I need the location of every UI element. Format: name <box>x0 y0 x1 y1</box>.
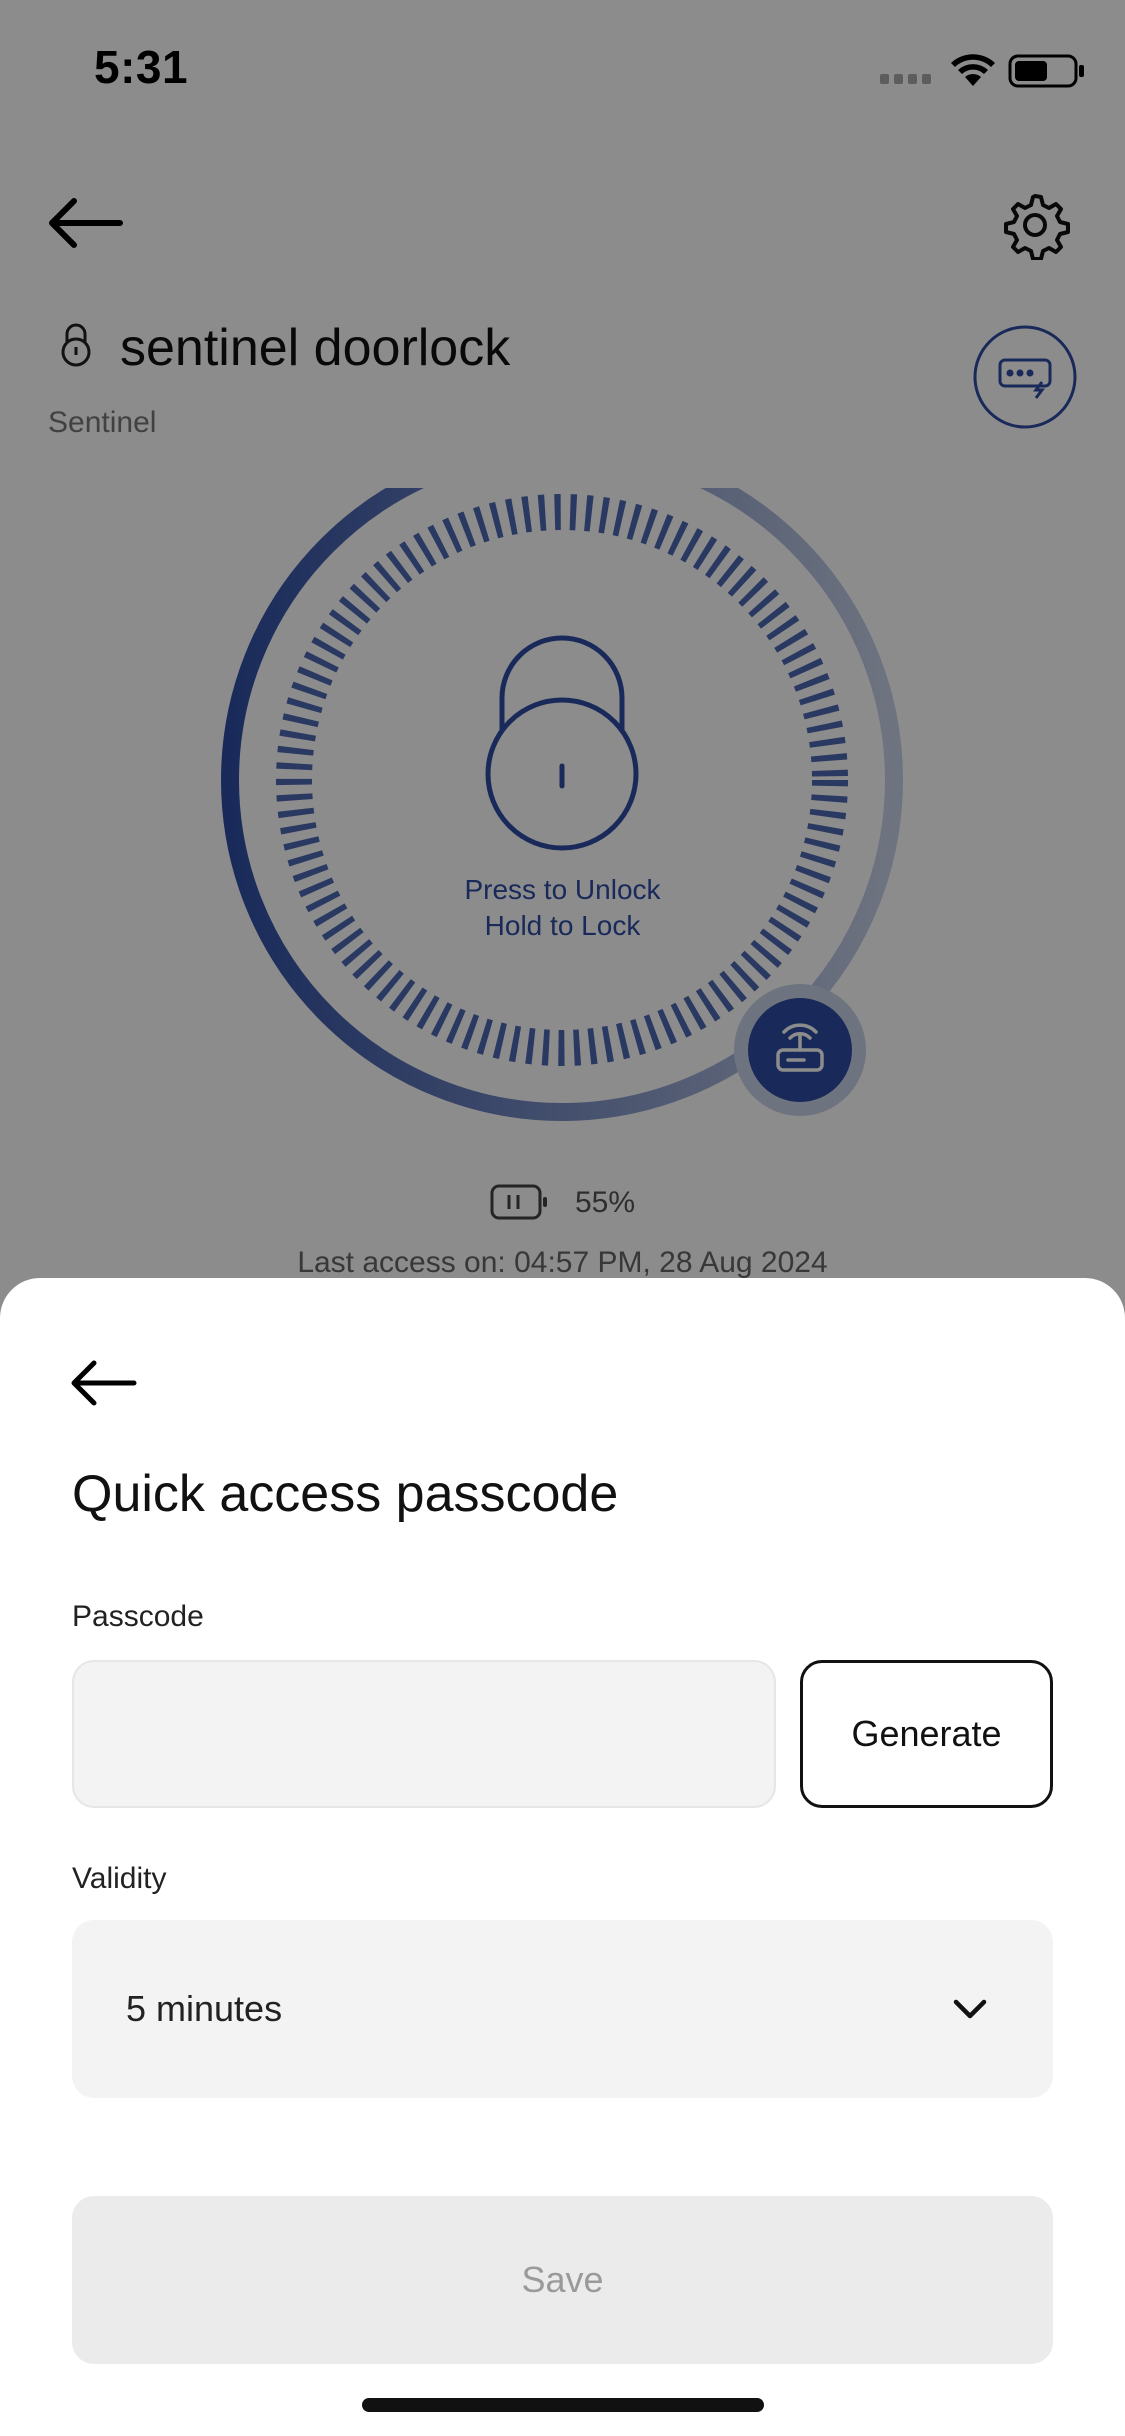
passcode-input[interactable] <box>72 1660 776 1808</box>
generate-button[interactable]: Generate <box>800 1660 1053 1808</box>
save-button[interactable]: Save <box>72 2196 1053 2364</box>
quick-access-sheet: Quick access passcode Passcode Generate … <box>0 1278 1125 2436</box>
passcode-label: Passcode <box>72 1600 204 1633</box>
sheet-title: Quick access passcode <box>72 1465 619 1523</box>
chevron-down-icon <box>953 1999 987 2019</box>
validity-label: Validity <box>72 1862 167 1895</box>
sheet-back-arrow-icon[interactable] <box>68 1358 138 1408</box>
validity-select[interactable]: 5 minutes <box>72 1920 1053 2098</box>
validity-value: 5 minutes <box>126 1988 283 2029</box>
home-indicator <box>362 2398 764 2412</box>
